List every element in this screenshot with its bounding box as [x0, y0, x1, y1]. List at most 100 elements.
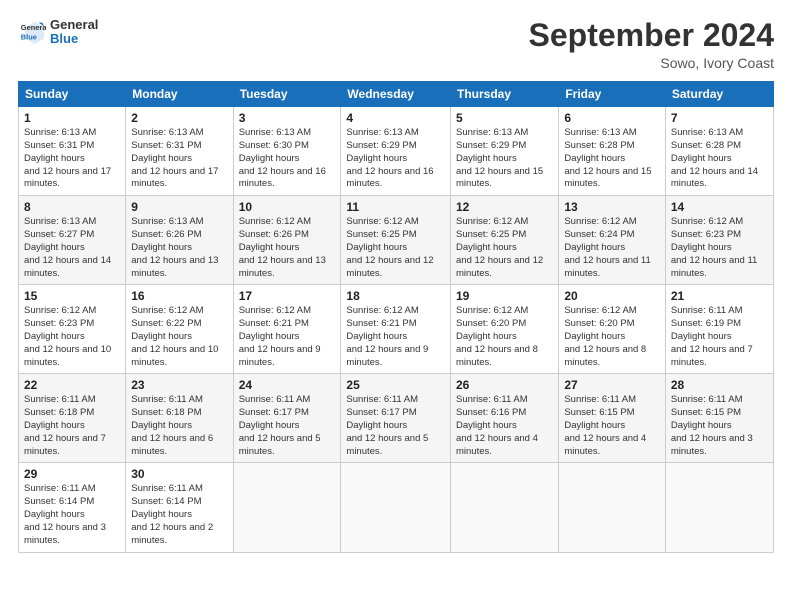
day-info: Sunrise: 6:12 AM Sunset: 6:23 PM Dayligh…	[671, 216, 768, 280]
day-info: Sunrise: 6:11 AM Sunset: 6:18 PM Dayligh…	[131, 394, 227, 458]
calendar-cell: 9 Sunrise: 6:13 AM Sunset: 6:26 PM Dayli…	[126, 196, 233, 285]
day-info: Sunrise: 6:12 AM Sunset: 6:20 PM Dayligh…	[564, 305, 660, 369]
day-of-week-header: Friday	[559, 82, 666, 107]
day-number: 22	[24, 378, 120, 392]
day-number: 19	[456, 289, 553, 303]
calendar-cell: 21 Sunrise: 6:11 AM Sunset: 6:19 PM Dayl…	[665, 285, 773, 374]
day-number: 24	[239, 378, 336, 392]
month-title: September 2024	[529, 18, 774, 53]
calendar-cell: 29 Sunrise: 6:11 AM Sunset: 6:14 PM Dayl…	[19, 463, 126, 552]
day-number: 15	[24, 289, 120, 303]
day-of-week-header: Thursday	[451, 82, 559, 107]
day-info: Sunrise: 6:11 AM Sunset: 6:17 PM Dayligh…	[346, 394, 445, 458]
day-number: 16	[131, 289, 227, 303]
day-number: 12	[456, 200, 553, 214]
svg-text:Blue: Blue	[21, 33, 37, 42]
calendar-cell: 14 Sunrise: 6:12 AM Sunset: 6:23 PM Dayl…	[665, 196, 773, 285]
day-of-week-header: Monday	[126, 82, 233, 107]
calendar-cell	[233, 463, 341, 552]
calendar-cell: 3 Sunrise: 6:13 AM Sunset: 6:30 PM Dayli…	[233, 107, 341, 196]
day-number: 2	[131, 111, 227, 125]
calendar-cell: 10 Sunrise: 6:12 AM Sunset: 6:26 PM Dayl…	[233, 196, 341, 285]
day-info: Sunrise: 6:11 AM Sunset: 6:15 PM Dayligh…	[564, 394, 660, 458]
day-info: Sunrise: 6:12 AM Sunset: 6:25 PM Dayligh…	[346, 216, 445, 280]
calendar-cell	[451, 463, 559, 552]
calendar-cell	[665, 463, 773, 552]
calendar-cell: 17 Sunrise: 6:12 AM Sunset: 6:21 PM Dayl…	[233, 285, 341, 374]
calendar-cell: 23 Sunrise: 6:11 AM Sunset: 6:18 PM Dayl…	[126, 374, 233, 463]
calendar-cell: 13 Sunrise: 6:12 AM Sunset: 6:24 PM Dayl…	[559, 196, 666, 285]
day-of-week-header: Saturday	[665, 82, 773, 107]
day-info: Sunrise: 6:13 AM Sunset: 6:29 PM Dayligh…	[456, 127, 553, 191]
calendar-cell: 18 Sunrise: 6:12 AM Sunset: 6:21 PM Dayl…	[341, 285, 451, 374]
day-info: Sunrise: 6:12 AM Sunset: 6:22 PM Dayligh…	[131, 305, 227, 369]
calendar-cell: 2 Sunrise: 6:13 AM Sunset: 6:31 PM Dayli…	[126, 107, 233, 196]
logo-general: General	[50, 18, 98, 32]
calendar-cell: 15 Sunrise: 6:12 AM Sunset: 6:23 PM Dayl…	[19, 285, 126, 374]
title-area: September 2024 Sowo, Ivory Coast	[529, 18, 774, 71]
calendar-cell: 19 Sunrise: 6:12 AM Sunset: 6:20 PM Dayl…	[451, 285, 559, 374]
day-number: 10	[239, 200, 336, 214]
day-number: 30	[131, 467, 227, 481]
calendar-cell: 16 Sunrise: 6:12 AM Sunset: 6:22 PM Dayl…	[126, 285, 233, 374]
calendar-cell: 6 Sunrise: 6:13 AM Sunset: 6:28 PM Dayli…	[559, 107, 666, 196]
day-number: 23	[131, 378, 227, 392]
day-number: 14	[671, 200, 768, 214]
day-info: Sunrise: 6:11 AM Sunset: 6:15 PM Dayligh…	[671, 394, 768, 458]
day-number: 21	[671, 289, 768, 303]
day-info: Sunrise: 6:13 AM Sunset: 6:31 PM Dayligh…	[131, 127, 227, 191]
calendar-cell: 7 Sunrise: 6:13 AM Sunset: 6:28 PM Dayli…	[665, 107, 773, 196]
day-number: 7	[671, 111, 768, 125]
calendar-cell: 12 Sunrise: 6:12 AM Sunset: 6:25 PM Dayl…	[451, 196, 559, 285]
calendar-cell: 1 Sunrise: 6:13 AM Sunset: 6:31 PM Dayli…	[19, 107, 126, 196]
day-number: 11	[346, 200, 445, 214]
day-of-week-header: Tuesday	[233, 82, 341, 107]
day-info: Sunrise: 6:13 AM Sunset: 6:28 PM Dayligh…	[671, 127, 768, 191]
day-number: 29	[24, 467, 120, 481]
day-info: Sunrise: 6:11 AM Sunset: 6:14 PM Dayligh…	[131, 483, 227, 547]
day-info: Sunrise: 6:13 AM Sunset: 6:30 PM Dayligh…	[239, 127, 336, 191]
day-number: 1	[24, 111, 120, 125]
calendar-cell	[341, 463, 451, 552]
calendar-cell: 11 Sunrise: 6:12 AM Sunset: 6:25 PM Dayl…	[341, 196, 451, 285]
day-info: Sunrise: 6:12 AM Sunset: 6:20 PM Dayligh…	[456, 305, 553, 369]
calendar-cell	[559, 463, 666, 552]
calendar-cell: 25 Sunrise: 6:11 AM Sunset: 6:17 PM Dayl…	[341, 374, 451, 463]
day-info: Sunrise: 6:12 AM Sunset: 6:23 PM Dayligh…	[24, 305, 120, 369]
logo: General Blue General Blue	[18, 18, 98, 47]
calendar-cell: 8 Sunrise: 6:13 AM Sunset: 6:27 PM Dayli…	[19, 196, 126, 285]
day-number: 27	[564, 378, 660, 392]
calendar-cell: 4 Sunrise: 6:13 AM Sunset: 6:29 PM Dayli…	[341, 107, 451, 196]
day-info: Sunrise: 6:13 AM Sunset: 6:26 PM Dayligh…	[131, 216, 227, 280]
calendar-cell: 20 Sunrise: 6:12 AM Sunset: 6:20 PM Dayl…	[559, 285, 666, 374]
day-number: 3	[239, 111, 336, 125]
day-number: 4	[346, 111, 445, 125]
day-info: Sunrise: 6:13 AM Sunset: 6:31 PM Dayligh…	[24, 127, 120, 191]
logo-icon: General Blue	[18, 18, 46, 46]
day-info: Sunrise: 6:11 AM Sunset: 6:14 PM Dayligh…	[24, 483, 120, 547]
day-info: Sunrise: 6:13 AM Sunset: 6:29 PM Dayligh…	[346, 127, 445, 191]
day-info: Sunrise: 6:11 AM Sunset: 6:16 PM Dayligh…	[456, 394, 553, 458]
day-info: Sunrise: 6:13 AM Sunset: 6:28 PM Dayligh…	[564, 127, 660, 191]
day-info: Sunrise: 6:11 AM Sunset: 6:18 PM Dayligh…	[24, 394, 120, 458]
page-header: General Blue General Blue September 2024…	[18, 18, 774, 71]
day-info: Sunrise: 6:11 AM Sunset: 6:17 PM Dayligh…	[239, 394, 336, 458]
day-info: Sunrise: 6:12 AM Sunset: 6:25 PM Dayligh…	[456, 216, 553, 280]
calendar-cell: 28 Sunrise: 6:11 AM Sunset: 6:15 PM Dayl…	[665, 374, 773, 463]
day-number: 28	[671, 378, 768, 392]
day-number: 5	[456, 111, 553, 125]
day-number: 18	[346, 289, 445, 303]
day-number: 8	[24, 200, 120, 214]
location: Sowo, Ivory Coast	[529, 55, 774, 71]
day-number: 25	[346, 378, 445, 392]
day-number: 13	[564, 200, 660, 214]
day-number: 6	[564, 111, 660, 125]
calendar-cell: 22 Sunrise: 6:11 AM Sunset: 6:18 PM Dayl…	[19, 374, 126, 463]
calendar-cell: 5 Sunrise: 6:13 AM Sunset: 6:29 PM Dayli…	[451, 107, 559, 196]
day-info: Sunrise: 6:13 AM Sunset: 6:27 PM Dayligh…	[24, 216, 120, 280]
day-info: Sunrise: 6:12 AM Sunset: 6:26 PM Dayligh…	[239, 216, 336, 280]
day-info: Sunrise: 6:12 AM Sunset: 6:21 PM Dayligh…	[239, 305, 336, 369]
calendar-table: SundayMondayTuesdayWednesdayThursdayFrid…	[18, 81, 774, 552]
calendar-cell: 26 Sunrise: 6:11 AM Sunset: 6:16 PM Dayl…	[451, 374, 559, 463]
day-of-week-header: Sunday	[19, 82, 126, 107]
